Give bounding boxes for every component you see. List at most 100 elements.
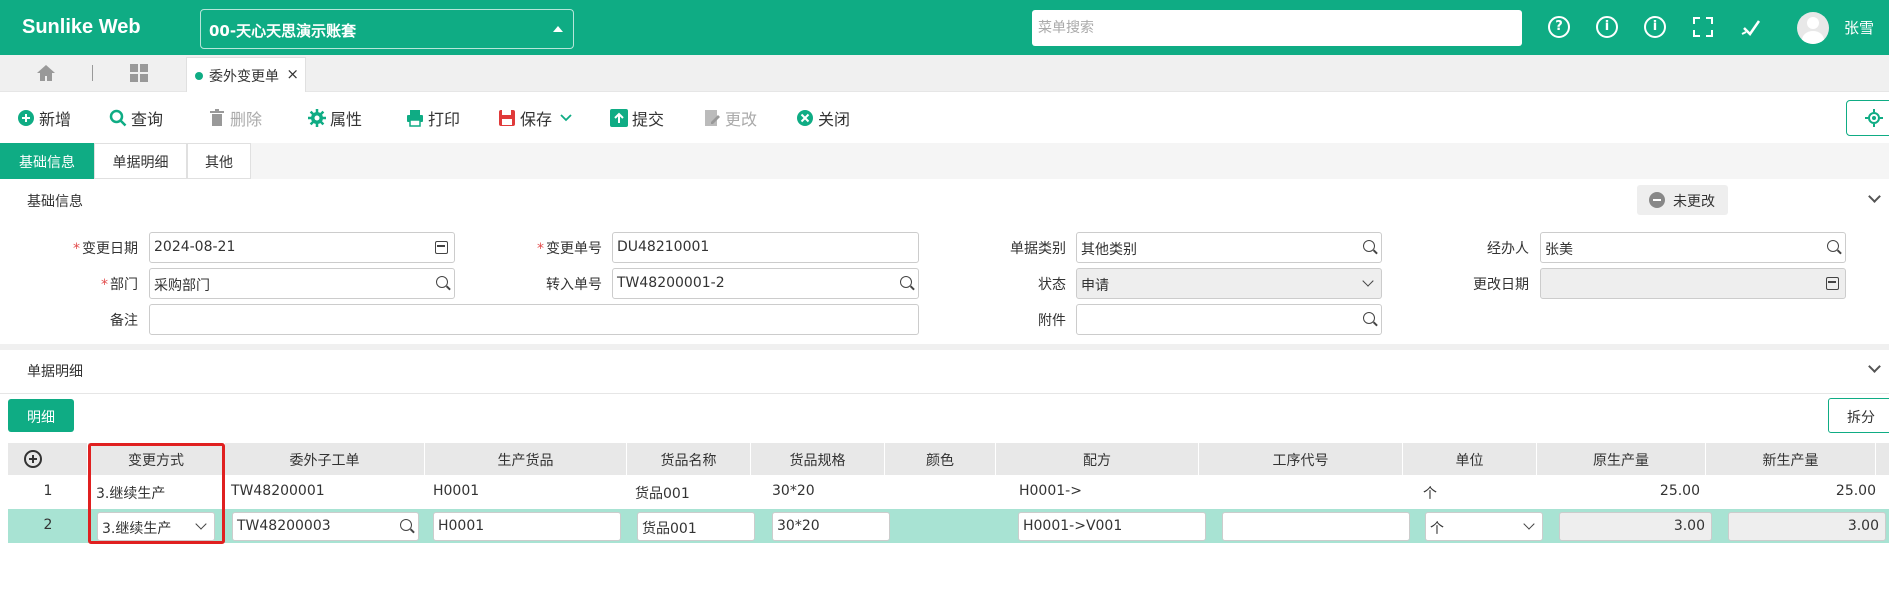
search-icon[interactable] bbox=[436, 276, 448, 288]
table-row-selected[interactable]: 2 3.继续生产 TW48200003 H0001 货品001 30*20 H0… bbox=[8, 509, 1889, 543]
col-header[interactable]: 工序代号 bbox=[1199, 443, 1403, 475]
remark-field[interactable] bbox=[149, 304, 919, 335]
doc-type-label: 单据类别 bbox=[1010, 241, 1066, 257]
calendar-icon[interactable] bbox=[435, 241, 448, 254]
row-number: 2 bbox=[43, 517, 53, 533]
settings-button[interactable] bbox=[1846, 100, 1889, 136]
status-select[interactable]: 申请 bbox=[1076, 268, 1382, 299]
chevron-down-icon[interactable] bbox=[1868, 190, 1881, 203]
about-icon[interactable]: i bbox=[1644, 16, 1666, 38]
menu-search-input[interactable] bbox=[1032, 10, 1522, 46]
help-icon[interactable]: ? bbox=[1548, 16, 1570, 38]
basic-info-header[interactable]: 基础信息 bbox=[0, 180, 1889, 220]
orig-qty-input[interactable]: 3.00 bbox=[1559, 512, 1712, 541]
dept-field[interactable]: 采购部门 bbox=[149, 268, 455, 299]
add-button[interactable]: 新增 bbox=[17, 107, 71, 129]
change-method-select[interactable]: 3.继续生产 bbox=[97, 512, 215, 541]
product-cell[interactable]: H0001 bbox=[433, 475, 623, 509]
modify-button[interactable]: 更改 bbox=[703, 107, 757, 129]
tab-basic-info[interactable]: 基础信息 bbox=[0, 143, 94, 179]
tab-detail[interactable]: 单据明细 bbox=[94, 143, 187, 179]
search-icon[interactable] bbox=[400, 519, 412, 531]
col-header[interactable]: 生产货品 bbox=[425, 443, 627, 475]
save-button[interactable]: 保存 bbox=[498, 107, 572, 129]
account-selector[interactable]: 00-天心天思演示账套 bbox=[200, 9, 574, 49]
delete-button[interactable]: 删除 bbox=[208, 107, 262, 129]
unit-cell[interactable]: 个 bbox=[1423, 475, 1533, 509]
trash-icon bbox=[210, 109, 224, 126]
orig-qty-cell[interactable]: 25.00 bbox=[1537, 475, 1706, 509]
status-label: 状态 bbox=[1038, 277, 1066, 293]
unit-select[interactable]: 个 bbox=[1425, 512, 1543, 541]
col-header[interactable]: 配方 bbox=[996, 443, 1199, 475]
spec-input[interactable]: 30*20 bbox=[772, 512, 890, 541]
col-header[interactable]: 货品名称 bbox=[627, 443, 751, 475]
plus-circle-icon[interactable] bbox=[24, 450, 42, 468]
chevron-down-icon[interactable] bbox=[195, 518, 207, 530]
calendar-icon[interactable] bbox=[1826, 277, 1839, 290]
search-icon[interactable] bbox=[1363, 240, 1375, 252]
col-header[interactable]: 委外子工单 bbox=[225, 443, 425, 475]
product-input[interactable]: H0001 bbox=[433, 512, 621, 541]
process-input[interactable] bbox=[1222, 512, 1410, 541]
color-cell[interactable] bbox=[888, 509, 988, 543]
detail-header[interactable]: 单据明细 bbox=[0, 350, 1889, 394]
fullscreen-icon[interactable] bbox=[1692, 16, 1714, 38]
col-header[interactable]: 颜色 bbox=[885, 443, 996, 475]
name-input[interactable]: 货品001 bbox=[637, 512, 755, 541]
change-date-label: * 变更日期 bbox=[73, 241, 138, 257]
col-header[interactable]: 原生产量 bbox=[1537, 443, 1706, 475]
col-header[interactable]: 单位 bbox=[1403, 443, 1537, 475]
process-cell[interactable] bbox=[1208, 475, 1398, 509]
home-icon[interactable] bbox=[36, 64, 56, 82]
sub-order-cell[interactable]: TW48200001 bbox=[231, 475, 421, 509]
username[interactable]: 张雪 bbox=[1844, 17, 1874, 38]
chevron-down-icon[interactable] bbox=[1362, 275, 1374, 287]
chevron-down-icon[interactable] bbox=[1523, 518, 1535, 530]
query-button[interactable]: 查询 bbox=[109, 107, 163, 129]
close-tab-icon[interactable]: × bbox=[286, 65, 299, 83]
col-header[interactable]: 变更方式 bbox=[88, 443, 225, 475]
color-cell[interactable] bbox=[888, 475, 988, 509]
properties-button[interactable]: 属性 bbox=[308, 107, 362, 129]
formula-input[interactable]: H0001->V001 bbox=[1018, 512, 1206, 541]
search-icon[interactable] bbox=[1827, 240, 1839, 252]
tab-other[interactable]: 其他 bbox=[187, 143, 251, 179]
search-icon[interactable] bbox=[1363, 312, 1375, 324]
split-button[interactable]: 拆分 bbox=[1828, 398, 1889, 433]
table-row[interactable]: 1 3.继续生产 TW48200001 H0001 货品001 30*20 H0… bbox=[8, 475, 1889, 509]
spec-cell[interactable]: 30*20 bbox=[772, 475, 882, 509]
name-cell[interactable]: 货品001 bbox=[635, 475, 745, 509]
apps-grid-icon[interactable] bbox=[130, 64, 148, 82]
search-icon[interactable] bbox=[900, 276, 912, 288]
chevron-down-icon[interactable] bbox=[1868, 360, 1881, 373]
top-bar: Sunlike Web 00-天心天思演示账套 ? i i 张雪 bbox=[0, 0, 1889, 55]
modify-date-field[interactable] bbox=[1540, 268, 1846, 299]
change-method-cell[interactable]: 3.继续生产 bbox=[96, 475, 221, 509]
formula-cell[interactable]: H0001-> bbox=[1019, 475, 1199, 509]
submit-button[interactable]: 提交 bbox=[610, 107, 664, 129]
col-header[interactable]: 货品规格 bbox=[751, 443, 885, 475]
clear-cache-icon[interactable] bbox=[1740, 16, 1762, 38]
handler-field[interactable]: 张美 bbox=[1540, 232, 1846, 263]
detail-button[interactable]: 明细 bbox=[8, 399, 74, 432]
new-qty-input[interactable]: 3.00 bbox=[1728, 512, 1886, 541]
close-button[interactable]: 关闭 bbox=[796, 107, 850, 129]
transfer-no-field[interactable]: TW48200001-2 bbox=[612, 268, 919, 299]
search-icon bbox=[109, 109, 127, 127]
print-button[interactable]: 打印 bbox=[406, 107, 460, 129]
change-date-field[interactable]: 2024-08-21 bbox=[149, 232, 455, 263]
new-qty-cell[interactable]: 25.00 bbox=[1706, 475, 1882, 509]
chevron-down-icon[interactable] bbox=[560, 114, 572, 122]
attachment-field[interactable] bbox=[1076, 304, 1382, 335]
transfer-no-label: 转入单号 bbox=[546, 277, 602, 293]
change-no-field[interactable]: DU48210001 bbox=[612, 232, 919, 263]
grid-header: 变更方式 委外子工单 生产货品 货品名称 货品规格 颜色 配方 工序代号 单位 … bbox=[8, 443, 1889, 475]
tab-outsource-change[interactable]: 委外变更单 × bbox=[186, 57, 306, 92]
col-header[interactable]: 新生产量 bbox=[1706, 443, 1876, 475]
sub-order-input[interactable]: TW48200003 bbox=[232, 512, 419, 541]
info-icon[interactable]: i bbox=[1596, 16, 1618, 38]
plus-circle-icon bbox=[18, 110, 34, 126]
doc-type-field[interactable]: 其他类别 bbox=[1076, 232, 1382, 263]
user-avatar[interactable] bbox=[1797, 12, 1829, 44]
